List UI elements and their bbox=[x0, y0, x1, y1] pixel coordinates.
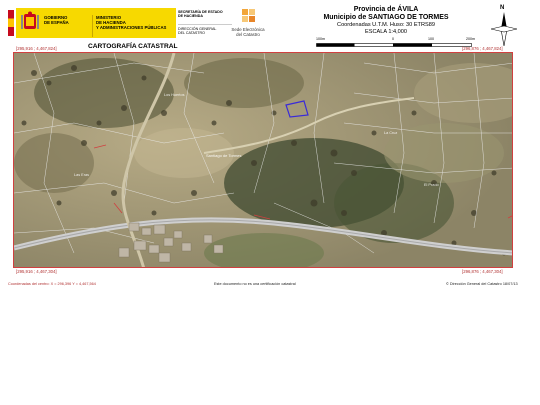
corner-coord-top-left: [295,916 ; 4,467,824] bbox=[16, 46, 57, 51]
footer-center-coordinates: Coordenadas del centro: X = 296,396 Y = … bbox=[8, 282, 96, 286]
secretary-label: SECRETARÍA DE ESTADO DE HACIENDA bbox=[178, 10, 223, 19]
orthophoto-layer bbox=[14, 53, 512, 267]
gov-line2: DE ESPAÑA bbox=[44, 20, 69, 25]
corner-coord-top-right: [296,876 ; 4,467,824] bbox=[462, 46, 503, 51]
scale-label-zero: 0 bbox=[392, 37, 394, 41]
parcel-label-c: El Prado bbox=[424, 183, 439, 187]
coordinate-system: Coordenadas U.T.M. Huso: 30 ETRS89 bbox=[337, 22, 435, 28]
parcel-label-d: Los Huertos bbox=[164, 93, 185, 97]
ministry-line3: Y ADMINISTRACIONES PÚBLICAS bbox=[96, 25, 167, 30]
spain-coat-of-arms-icon bbox=[21, 11, 39, 29]
scale-bar-graphic bbox=[316, 43, 472, 47]
section-title: CARTOGRAFÍA CATASTRAL bbox=[88, 43, 178, 50]
corner-coord-bottom-right: [296,876 ; 4,467,304] bbox=[462, 269, 503, 274]
corner-coord-bottom-left: [295,916 ; 4,467,304] bbox=[16, 269, 57, 274]
north-label: N bbox=[500, 5, 505, 11]
footer-disclaimer: Este documento no es una certificación c… bbox=[214, 282, 296, 286]
secretary-line2: DE HACIENDA bbox=[178, 14, 203, 19]
government-logo-panel: GOBIERNO DE ESPAÑA MINISTERIO DE HACIEND… bbox=[16, 8, 176, 38]
direction-line2: DEL CATASTRO bbox=[178, 31, 205, 36]
sede-line2: del Catastro bbox=[236, 32, 260, 37]
cadastral-sheet: GOBIERNO DE ESPAÑA MINISTERIO DE HACIEND… bbox=[0, 0, 540, 405]
municipality-title: Municipio de SANTIAGO DE TORMES bbox=[323, 14, 449, 21]
scale-label-right: 200m bbox=[466, 37, 475, 41]
government-label: GOBIERNO DE ESPAÑA bbox=[44, 15, 69, 25]
scale-label-mid: 100 bbox=[428, 37, 434, 41]
compass-icon bbox=[491, 12, 517, 46]
direction-label: DIRECCIÓN GENERAL DEL CATASTRO bbox=[178, 27, 216, 36]
village-label: Santiago de Tormes bbox=[206, 153, 242, 158]
aerial-map[interactable]: Santiago de Tormes La Cruz Las Eras El P… bbox=[13, 52, 513, 268]
map-scale: ESCALA 1:4,000 bbox=[365, 29, 407, 35]
scale-label-left: 100m bbox=[316, 37, 325, 41]
sede-electronica-logo-icon bbox=[242, 9, 255, 22]
parcel-label-b: Las Eras bbox=[74, 173, 89, 177]
north-arrow: N bbox=[491, 5, 517, 46]
scale-bar: 100m 0 100 200m bbox=[316, 37, 476, 47]
sede-electronica-label: Sede Electrónica del Catastro bbox=[222, 27, 274, 37]
province-title: Provincia de ÁVILA bbox=[353, 6, 419, 13]
secretary-divider bbox=[178, 24, 232, 25]
parcel-label-a: La Cruz bbox=[384, 131, 398, 135]
footer-copyright: © Dirección General del Catastro 18/07/1… bbox=[446, 282, 518, 286]
ministry-label: MINISTERIO DE HACIENDA Y ADMINISTRACIONE… bbox=[96, 15, 166, 30]
spain-flag-bar bbox=[8, 10, 14, 36]
header-separator bbox=[92, 15, 93, 37]
title-block: Provincia de ÁVILA Municipio de SANTIAGO… bbox=[298, 6, 474, 36]
